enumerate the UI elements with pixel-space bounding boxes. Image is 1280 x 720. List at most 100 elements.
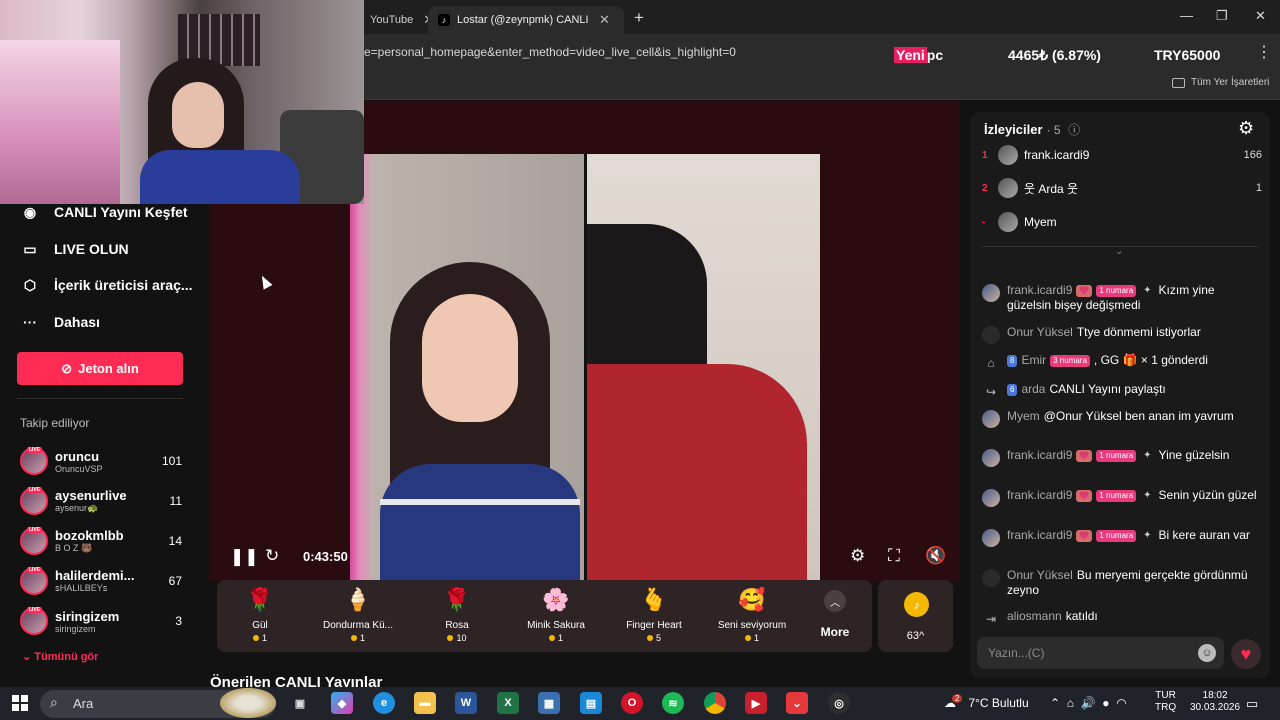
- gift-item[interactable]: 🥰 Seni seviyorum 1: [704, 586, 800, 643]
- share-icon: ↪: [985, 385, 997, 399]
- windows-start-icon[interactable]: [12, 695, 28, 711]
- browser-menu-icon[interactable]: ⋮: [1256, 42, 1272, 62]
- more-gifts-button[interactable]: ︿ More: [812, 590, 858, 639]
- viewer-row[interactable]: 2 웃 Arda 웃 1: [982, 177, 1262, 199]
- task-view-icon[interactable]: ▣: [289, 692, 311, 714]
- tiktok-icon: ♪: [438, 14, 450, 26]
- chat-message: ↪ 6 arda CANLI Yayını paylaştı: [982, 382, 1260, 401]
- camera-icon: ▭: [23, 240, 37, 257]
- chat-message: ⌂ 8 Emir 3 numara, GG 🎁 × 1 gönderdi: [982, 353, 1260, 372]
- video-feed-guest[interactable]: [587, 154, 820, 580]
- close-window-button[interactable]: ✕: [1255, 8, 1266, 24]
- tab-label: YouTube: [370, 14, 414, 26]
- fullscreen-icon[interactable]: ⛶: [888, 546, 900, 566]
- viewer-row[interactable]: 1 frank.icardi9 166: [982, 144, 1262, 166]
- avatar: [982, 326, 1000, 344]
- gift-item[interactable]: 🌹 Gül 1: [212, 586, 308, 643]
- opera-icon[interactable]: O: [621, 692, 643, 714]
- viewer-count: 67: [168, 574, 182, 588]
- gift-icon: ⌂: [987, 356, 995, 370]
- video-feed-host[interactable]: [350, 154, 584, 580]
- coin-icon: [646, 635, 653, 641]
- viewer-row[interactable]: - Myem: [982, 211, 1262, 233]
- maximize-button[interactable]: ❐: [1216, 8, 1228, 24]
- gift-item[interactable]: 🫰 Finger Heart 5: [606, 586, 702, 643]
- wifi-icon[interactable]: ◠: [1116, 696, 1126, 710]
- info-icon[interactable]: ⓘ: [1068, 123, 1080, 137]
- file-explorer-icon[interactable]: ▬: [414, 692, 436, 714]
- close-tab-icon[interactable]: ✕: [599, 12, 610, 28]
- minimize-button[interactable]: —: [1180, 8, 1193, 23]
- network-icon[interactable]: ⌂: [1067, 696, 1074, 710]
- following-item[interactable]: LIVE halilerdemi... ꜱHALILBEYꜱ 67: [20, 563, 182, 599]
- tiktok-coin-icon: ♪: [904, 592, 929, 617]
- excel-icon[interactable]: X: [497, 692, 519, 714]
- settings-gear-icon[interactable]: ⚙: [850, 546, 865, 566]
- edge-icon[interactable]: e: [373, 692, 395, 714]
- finger-heart-icon: 🫰: [640, 587, 668, 612]
- stream-time: 0:43:50: [303, 549, 348, 564]
- following-item[interactable]: LIVE bozokmlbb B O Z 🐻 14: [20, 523, 182, 559]
- viewer-count: 101: [161, 454, 182, 468]
- gift-item[interactable]: 🌸 Minik Sakura 1: [508, 586, 604, 643]
- chat-message: frank.icardi9 💗 1 numara ✦ Yine güzelsin: [982, 448, 1260, 467]
- nav-more[interactable]: ··· Dahası: [20, 312, 100, 332]
- coin-balance: 63^: [906, 630, 925, 642]
- following-item[interactable]: LIVE oruncu OruncuVSP 101: [20, 443, 182, 479]
- word-icon[interactable]: W: [455, 692, 477, 714]
- chevron-up-icon: ︿: [824, 590, 846, 612]
- mute-icon[interactable]: 🔇: [925, 546, 946, 566]
- pause-icon[interactable]: ❚❚: [230, 547, 259, 567]
- store-icon[interactable]: ▤: [580, 692, 602, 714]
- tab-tiktok-live[interactable]: ♪ Lostar (@zeynpmk) CANLI Y ✕: [428, 6, 624, 34]
- chrome-icon[interactable]: [704, 692, 726, 714]
- nav-creator-tools[interactable]: ⬡ İçerik üreticisi araç...: [20, 275, 193, 295]
- spotify-icon[interactable]: ≋: [662, 692, 684, 714]
- system-tray[interactable]: ⌃ ⌂ 🔊 ● ◠: [1050, 696, 1127, 710]
- taskbar-search-label: Ara: [73, 696, 94, 711]
- ice-cream-icon: 🍦: [344, 587, 372, 612]
- rose-icon: 🌹: [443, 587, 471, 612]
- weather-widget[interactable]: ☁ 2 7°C Bulutlu: [944, 693, 1029, 710]
- avatar: LIVE: [20, 567, 48, 595]
- new-tab-button[interactable]: +: [634, 8, 644, 28]
- chat-message: ⇥ aliosmann katıldı: [982, 609, 1260, 628]
- video-figure: [380, 499, 580, 505]
- avatar: [982, 449, 1000, 467]
- emoji-icon[interactable]: ☺: [1198, 644, 1216, 662]
- gift-item[interactable]: 🌹 Rosa 10: [409, 586, 505, 643]
- notification-icon[interactable]: ▭: [1246, 696, 1258, 712]
- donation-goal-label: Yeni pc: [894, 47, 944, 63]
- nav-live-explore[interactable]: ◉ CANLI Yayını Keşfet: [20, 202, 188, 222]
- nav-go-live[interactable]: ▭ LIVE OLUN: [20, 239, 128, 259]
- chat-placeholder: Yazın...(C): [988, 646, 1045, 660]
- language-indicator[interactable]: TUR TRQ: [1155, 690, 1176, 714]
- copilot-icon[interactable]: ◆: [331, 692, 353, 714]
- following-item[interactable]: LIVE siringizem siringizem 3: [20, 603, 182, 639]
- chat-message: Onur Yüksel Bu meryemi gerçekte gördünmü …: [982, 568, 1260, 598]
- coin-outline-icon: ⊘: [61, 360, 73, 376]
- chevron-up-icon[interactable]: ⌃: [1050, 696, 1060, 710]
- like-heart-icon[interactable]: ♥: [1231, 639, 1261, 669]
- weather-badge: 2: [952, 693, 963, 703]
- pocket-icon[interactable]: ⌄: [786, 692, 808, 714]
- gift-item[interactable]: 🍦 Dondurma Kü... 1: [310, 586, 406, 643]
- get-coins-button[interactable]: ⊘ Jeton alın: [17, 352, 183, 385]
- viewer-count: 3: [175, 614, 182, 628]
- refresh-icon[interactable]: ↻: [265, 546, 279, 566]
- chevron-down-icon[interactable]: ⌄: [1115, 246, 1123, 257]
- see-all-link[interactable]: ⌄ Tümünü gör: [22, 650, 98, 663]
- chat-settings-icon[interactable]: ⚙: [1238, 118, 1254, 139]
- volume-icon[interactable]: 🔊: [1081, 696, 1096, 710]
- avatar: [998, 212, 1018, 232]
- obs-icon[interactable]: ◎: [828, 692, 850, 714]
- tiktok-studio-icon[interactable]: ▶: [745, 692, 767, 714]
- webcam-figure: [140, 150, 300, 204]
- all-bookmarks-button[interactable]: Tüm Yer İşaretleri: [1172, 77, 1269, 88]
- avatar: [982, 410, 1000, 428]
- clock[interactable]: 18:02 30.03.2026: [1190, 690, 1240, 714]
- mic-icon[interactable]: ●: [1102, 696, 1109, 710]
- following-item[interactable]: LIVE aysenurlive aysenur🐢 11: [20, 483, 182, 519]
- url-field[interactable]: e=personal_homepage&enter_method=video_l…: [364, 45, 736, 59]
- calculator-icon[interactable]: ▦: [538, 692, 560, 714]
